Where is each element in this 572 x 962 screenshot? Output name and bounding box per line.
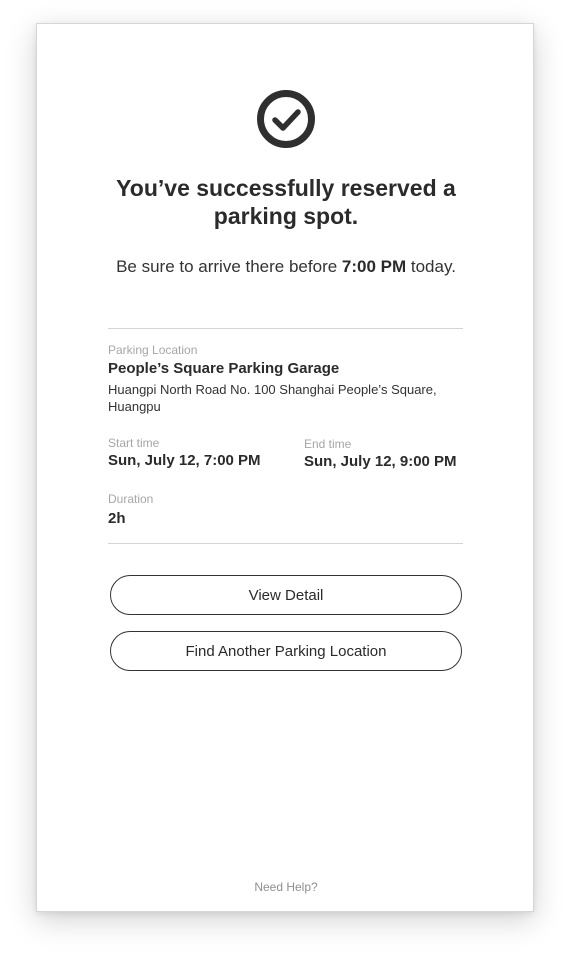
arrival-time: 7:00 PM — [341, 257, 407, 276]
location-name: People’s Square Parking Garage — [108, 360, 340, 377]
divider-bottom — [108, 543, 463, 544]
confirmation-card: You’ve successfully reserved a parking s… — [36, 23, 534, 912]
confirmation-title: You’ve successfully reserved a parking s… — [116, 175, 456, 229]
duration-label: Duration — [108, 492, 154, 506]
need-help-link[interactable]: Need Help? — [37, 880, 535, 894]
view-detail-button[interactable]: View Detail — [110, 575, 462, 615]
end-time-value: Sun, July 12, 9:00 PM — [304, 453, 457, 470]
find-another-parking-button[interactable]: Find Another Parking Location — [110, 631, 462, 671]
location-address: Huangpi North Road No. 100 Shanghai Peop… — [108, 382, 437, 414]
divider-top — [108, 328, 463, 329]
check-circle-icon — [257, 90, 315, 148]
location-label: Parking Location — [108, 343, 198, 357]
start-time-label: Start time — [108, 436, 160, 450]
duration-value: 2h — [108, 510, 126, 527]
start-time-value: Sun, July 12, 7:00 PM — [108, 452, 261, 469]
arrival-instruction-suffix: today. — [406, 257, 456, 276]
arrival-instruction: Be sure to arrive there before 7:00 PM t… — [57, 257, 515, 277]
arrival-instruction-prefix: Be sure to arrive there before — [116, 257, 342, 276]
end-time-label: End time — [304, 437, 352, 451]
